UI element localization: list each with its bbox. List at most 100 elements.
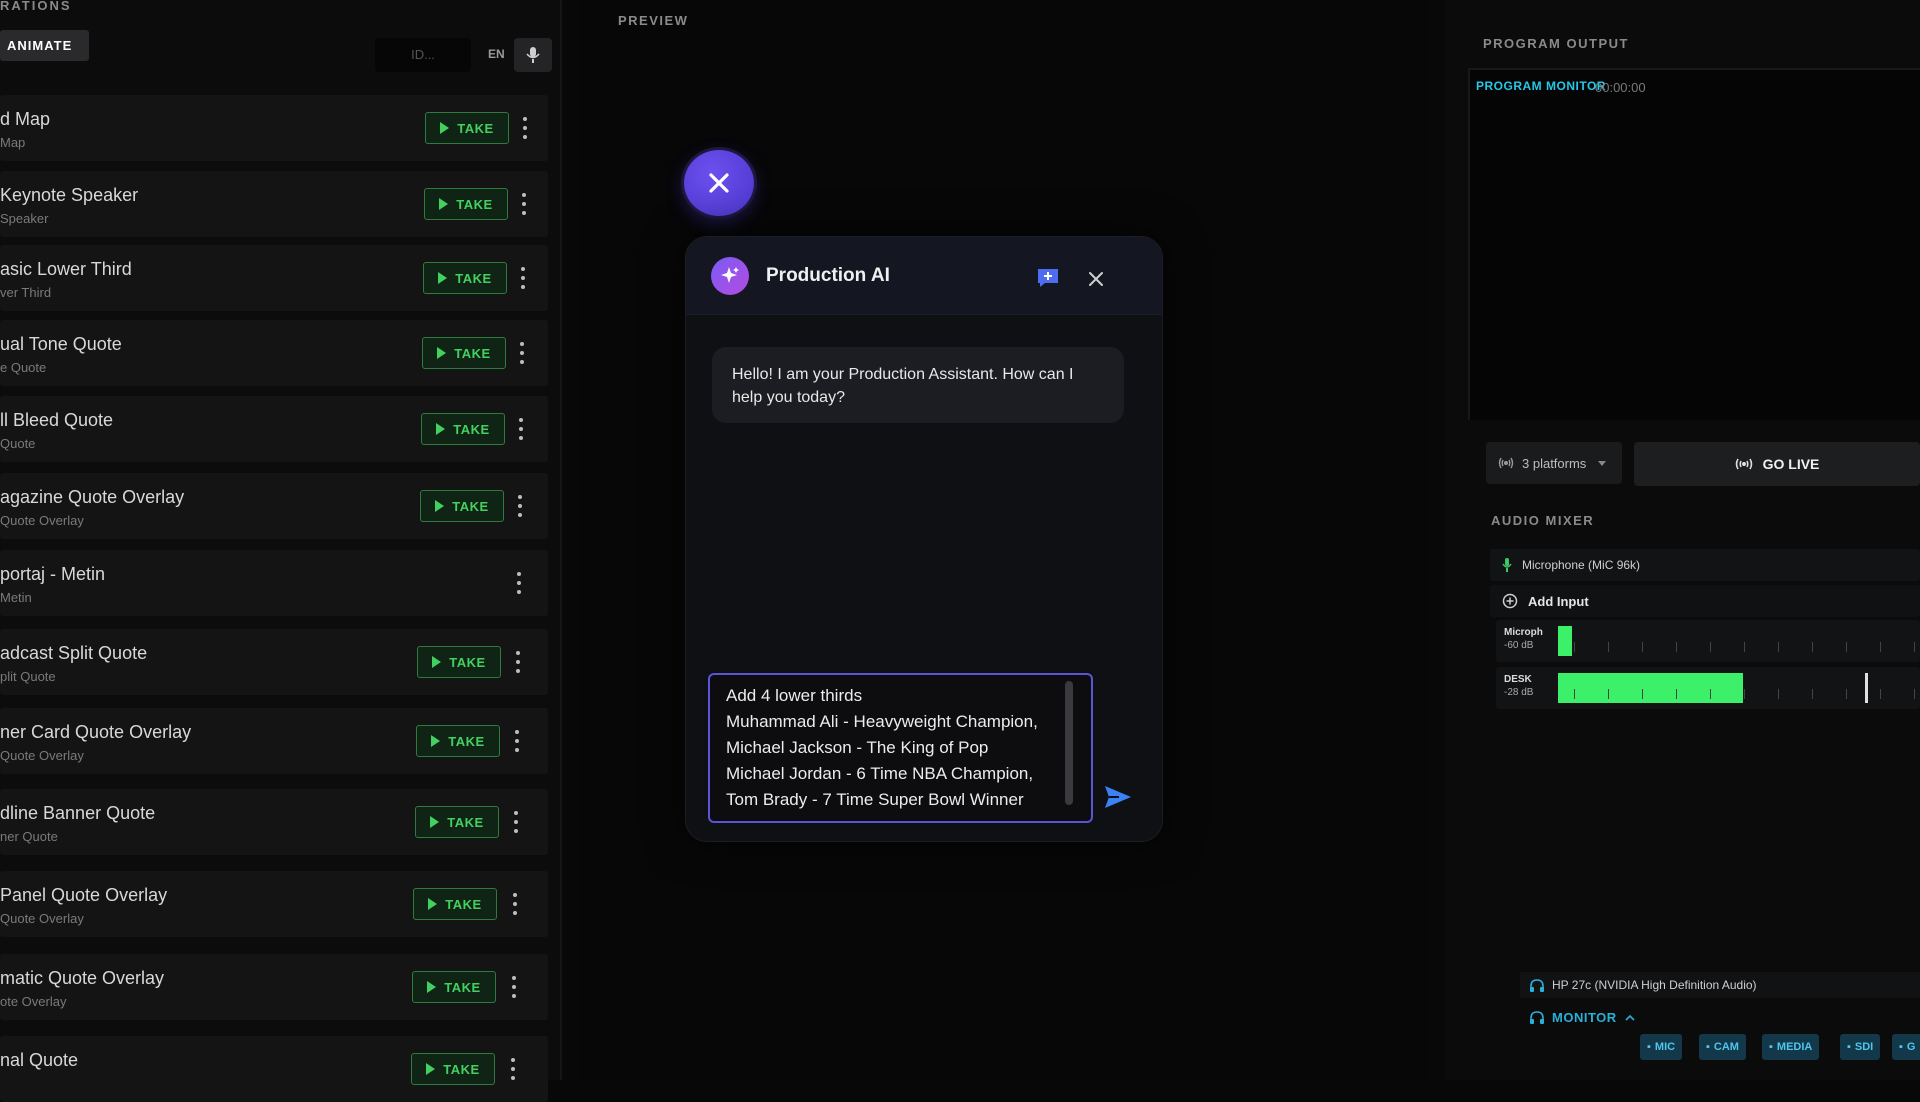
- take-label: TAKE: [453, 421, 490, 437]
- take-label: TAKE: [449, 654, 486, 670]
- input-line: Tom Brady - 7 Time Super Bowl Winner: [726, 790, 1024, 809]
- template-row[interactable]: nal Quote TAKE: [0, 1036, 548, 1102]
- take-label: TAKE: [457, 120, 494, 136]
- more-options-icon[interactable]: [511, 811, 521, 833]
- more-options-icon[interactable]: [508, 1058, 518, 1080]
- template-row[interactable]: matic Quote Overlay ote Overlay TAKE: [0, 954, 548, 1020]
- source-chip-media[interactable]: ▪ MEDIA: [1762, 1034, 1820, 1060]
- more-options-icon[interactable]: [514, 572, 524, 594]
- take-button[interactable]: TAKE: [421, 413, 505, 445]
- more-options-icon[interactable]: [515, 495, 525, 517]
- meter-fill: [1558, 673, 1743, 703]
- headphones-icon: [1530, 1010, 1544, 1024]
- template-subtitle: Quote Overlay: [0, 911, 84, 926]
- source-chip-mic[interactable]: ▪ MIC: [1640, 1034, 1683, 1060]
- template-row[interactable]: d Map Map TAKE: [0, 95, 548, 161]
- take-button[interactable]: TAKE: [424, 188, 508, 220]
- channel-db: -28 dB: [1504, 687, 1534, 698]
- template-name: adcast Split Quote: [0, 643, 148, 663]
- channel-db: -60 dB: [1504, 640, 1534, 651]
- plus-circle-icon: [1502, 593, 1518, 609]
- take-button[interactable]: TAKE: [411, 1053, 495, 1085]
- platforms-label: 3 platforms: [1522, 455, 1587, 471]
- sdi-icon: ▪: [1847, 1041, 1851, 1053]
- chip-label: G: [1906, 1041, 1916, 1053]
- meter-tick: [1880, 642, 1881, 652]
- template-subtitle: Quote Overlay: [0, 748, 84, 763]
- go-live-button[interactable]: GO LIVE: [1634, 442, 1920, 486]
- chat-close-icon[interactable]: [1088, 271, 1104, 287]
- chat-input[interactable]: Add 4 lower thirds Muhammad Ali - Heavyw…: [708, 673, 1093, 823]
- more-options-icon[interactable]: [510, 893, 520, 915]
- source-chip-g[interactable]: ▪ G: [1892, 1034, 1920, 1060]
- play-icon: [427, 981, 437, 993]
- mic-button[interactable]: [514, 38, 552, 72]
- more-options-icon[interactable]: [520, 117, 530, 139]
- meter-tick: [1744, 642, 1745, 652]
- template-row[interactable]: ner Card Quote Overlay Quote Overlay TAKE: [0, 708, 548, 774]
- template-row[interactable]: dline Banner Quote ner Quote TAKE: [0, 789, 548, 855]
- template-row[interactable]: asic Lower Third ver Third TAKE: [0, 245, 548, 311]
- more-options-icon[interactable]: [519, 193, 529, 215]
- more-options-icon[interactable]: [512, 730, 522, 752]
- microphone-icon: [1502, 558, 1512, 572]
- take-button[interactable]: TAKE: [420, 490, 504, 522]
- meter-tick: [1914, 689, 1915, 699]
- take-button[interactable]: TAKE: [417, 646, 501, 678]
- play-icon: [437, 347, 447, 359]
- more-options-icon[interactable]: [509, 976, 519, 998]
- chip-label: MEDIA: [1776, 1041, 1813, 1053]
- more-options-icon[interactable]: [516, 418, 526, 440]
- template-row[interactable]: portaj - Metin Metin: [0, 550, 548, 616]
- monitor-toggle[interactable]: MONITOR: [1520, 1002, 1920, 1032]
- meter-tick: [1914, 642, 1915, 652]
- g-icon: ▪: [1899, 1041, 1903, 1053]
- send-icon[interactable]: [1104, 785, 1132, 809]
- play-icon: [440, 122, 450, 134]
- id-input[interactable]: ID...: [375, 38, 471, 72]
- template-subtitle: Quote Overlay: [0, 513, 84, 528]
- template-row[interactable]: adcast Split Quote plit Quote TAKE: [0, 629, 548, 695]
- more-options-icon[interactable]: [517, 342, 527, 364]
- take-button[interactable]: TAKE: [425, 112, 509, 144]
- template-name: ner Card Quote Overlay: [0, 722, 192, 742]
- template-row[interactable]: Panel Quote Overlay Quote Overlay TAKE: [0, 871, 548, 937]
- animate-button[interactable]: ANIMATE: [0, 30, 89, 61]
- take-button[interactable]: TAKE: [422, 337, 506, 369]
- play-icon: [432, 656, 442, 668]
- go-live-label: GO LIVE: [1762, 456, 1820, 472]
- meter-tick: [1608, 642, 1609, 652]
- new-chat-icon[interactable]: [1036, 267, 1060, 289]
- add-input-button[interactable]: Add Input: [1490, 585, 1920, 617]
- take-button[interactable]: TAKE: [423, 262, 507, 294]
- language-toggle[interactable]: EN: [488, 47, 505, 61]
- chip-label: SDI: [1854, 1041, 1874, 1053]
- output-device[interactable]: HP 27c (NVIDIA High Definition Audio): [1520, 972, 1920, 998]
- template-subtitle: ote Overlay: [0, 994, 67, 1009]
- take-button[interactable]: TAKE: [415, 806, 499, 838]
- template-row[interactable]: agazine Quote Overlay Quote Overlay TAKE: [0, 473, 548, 539]
- sparkle-icon: [721, 267, 739, 283]
- take-button[interactable]: TAKE: [412, 971, 496, 1003]
- more-options-icon[interactable]: [513, 651, 523, 673]
- ai-fab-close-button[interactable]: [684, 150, 754, 216]
- mic-input-source[interactable]: Microphone (MiC 96k): [1490, 549, 1920, 581]
- template-row[interactable]: Keynote Speaker Speaker TAKE: [0, 171, 548, 237]
- headphones-icon: [1530, 978, 1544, 992]
- take-button[interactable]: TAKE: [416, 725, 500, 757]
- input-scrollbar[interactable]: [1065, 681, 1073, 805]
- source-chip-sdi[interactable]: ▪ SDI: [1840, 1034, 1881, 1060]
- meter-tick: [1812, 642, 1813, 652]
- input-line: Add 4 lower thirds: [726, 686, 863, 705]
- template-name: asic Lower Third: [0, 259, 132, 279]
- template-row[interactable]: ual Tone Quote e Quote TAKE: [0, 320, 548, 386]
- input-line: Michael Jordan - 6 Time NBA Champion,: [726, 764, 1034, 783]
- channel-name: DESK: [1504, 674, 1532, 685]
- source-chip-cam[interactable]: ▪ CAM: [1699, 1034, 1746, 1060]
- platforms-dropdown[interactable]: 3 platforms: [1486, 442, 1622, 484]
- more-options-icon[interactable]: [518, 267, 528, 289]
- cam-icon: ▪: [1706, 1041, 1710, 1053]
- channel-strip: DESK -28 dB: [1496, 667, 1920, 709]
- template-row[interactable]: ll Bleed Quote Quote TAKE: [0, 396, 548, 462]
- take-button[interactable]: TAKE: [413, 888, 497, 920]
